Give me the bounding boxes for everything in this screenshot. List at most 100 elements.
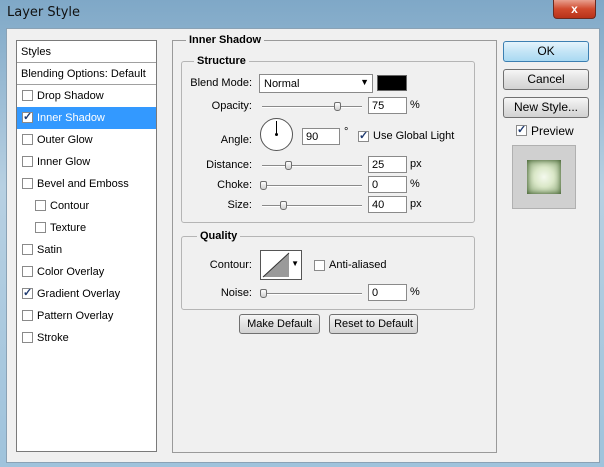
sidebar-item-checkbox[interactable]	[22, 110, 33, 123]
structure-title: Structure	[194, 55, 249, 67]
sidebar-item-stroke[interactable]: Stroke	[17, 327, 156, 349]
preview-checkbox[interactable]	[516, 123, 527, 136]
close-button[interactable]: x	[553, 0, 596, 19]
reset-to-default-button[interactable]: Reset to Default	[329, 314, 418, 334]
sidebar-item-label: Contour	[50, 200, 90, 212]
blend-mode-label: Blend Mode:	[190, 77, 252, 89]
sidebar-item-checkbox[interactable]	[22, 332, 33, 343]
contour-picker[interactable]: ▼	[260, 250, 302, 280]
contour-curve-icon	[262, 252, 290, 278]
layer-style-window: Layer Style x Styles Blending Options: D…	[0, 0, 604, 467]
use-global-light-label: Use Global Light	[373, 130, 455, 142]
choke-label: Choke:	[217, 179, 252, 191]
sidebar-item-label: Bevel and Emboss	[37, 178, 129, 190]
angle-input[interactable]: 90	[302, 128, 340, 145]
choke-slider-track[interactable]	[262, 185, 362, 187]
choke-input[interactable]: 0	[368, 176, 407, 193]
sidebar-item-outer-glow[interactable]: Outer Glow	[17, 129, 156, 151]
blending-options-label: Blending Options: Default	[21, 68, 146, 80]
angle-unit: °	[344, 126, 349, 138]
preview-swatch	[527, 160, 561, 194]
styles-header[interactable]: Styles	[17, 41, 156, 63]
blend-mode-value: Normal	[264, 78, 300, 90]
sidebar-item-label: Drop Shadow	[37, 90, 104, 102]
opacity-slider-track[interactable]	[262, 106, 362, 108]
size-label: Size:	[227, 199, 252, 211]
noise-unit: %	[410, 286, 420, 298]
inner-shadow-panel: Inner Shadow Structure Blend Mode: Norma…	[172, 34, 497, 453]
size-slider-track[interactable]	[262, 205, 362, 207]
shadow-color-swatch[interactable]	[377, 75, 407, 91]
sidebar-item-checkbox[interactable]	[35, 222, 46, 233]
use-global-light-checkbox[interactable]	[358, 129, 369, 142]
sidebar-item-color-overlay[interactable]: Color Overlay	[17, 261, 156, 283]
make-default-button[interactable]: Make Default	[239, 314, 320, 334]
quality-title: Quality	[197, 230, 241, 242]
distance-input[interactable]: 25	[368, 156, 407, 173]
dialog-body: Styles Blending Options: Default Drop Sh…	[6, 28, 600, 463]
sidebar-item-contour[interactable]: Contour	[17, 195, 156, 217]
anti-aliased-checkbox[interactable]	[314, 260, 325, 271]
sidebar-item-texture[interactable]: Texture	[17, 217, 156, 239]
sidebar-item-checkbox[interactable]	[22, 134, 33, 145]
anti-aliased-label: Anti-aliased	[329, 259, 387, 271]
choke-unit: %	[410, 178, 420, 190]
choke-slider-thumb[interactable]	[260, 181, 267, 190]
sidebar-item-pattern-overlay[interactable]: Pattern Overlay	[17, 305, 156, 327]
noise-slider-track[interactable]	[262, 293, 362, 295]
distance-slider-track[interactable]	[262, 165, 362, 167]
angle-dial[interactable]	[260, 118, 293, 151]
preview-thumbnail	[512, 145, 576, 209]
sidebar-item-label: Inner Glow	[37, 156, 91, 168]
contour-dropdown-arrow-icon[interactable]: ▼	[291, 259, 299, 268]
sidebar-item-label: Outer Glow	[37, 134, 93, 146]
noise-slider-thumb[interactable]	[260, 289, 267, 298]
sidebar-item-label: Texture	[50, 222, 87, 234]
new-style-button[interactable]: New Style...	[503, 97, 589, 118]
sidebar-item-checkbox[interactable]	[22, 266, 33, 277]
blend-mode-select[interactable]: Normal ▼	[259, 74, 373, 93]
sidebar-item-checkbox[interactable]	[22, 178, 33, 189]
sidebar-item-checkbox[interactable]	[22, 90, 33, 101]
styles-list: Styles Blending Options: Default Drop Sh…	[16, 40, 157, 452]
size-unit: px	[410, 198, 422, 210]
size-input[interactable]: 40	[368, 196, 407, 213]
sidebar-item-inner-shadow[interactable]: Inner Shadow	[17, 107, 156, 129]
sidebar-item-checkbox[interactable]	[35, 200, 46, 211]
inner-shadow-title: Inner Shadow	[186, 34, 265, 46]
blending-options-item[interactable]: Blending Options: Default	[17, 63, 156, 85]
opacity-label: Opacity:	[211, 100, 252, 112]
distance-slider-thumb[interactable]	[285, 161, 292, 170]
sidebar-item-inner-glow[interactable]: Inner Glow	[17, 151, 156, 173]
distance-unit: px	[410, 158, 422, 170]
sidebar-item-gradient-overlay[interactable]: Gradient Overlay	[17, 283, 156, 305]
sidebar-item-checkbox[interactable]	[22, 286, 33, 299]
cancel-button[interactable]: Cancel	[503, 69, 589, 90]
opacity-input[interactable]: 75	[368, 97, 407, 114]
sidebar-item-satin[interactable]: Satin	[17, 239, 156, 261]
size-slider-thumb[interactable]	[280, 201, 287, 210]
sidebar-item-label: Gradient Overlay	[37, 288, 121, 300]
sidebar-item-bevel-and-emboss[interactable]: Bevel and Emboss	[17, 173, 156, 195]
sidebar-item-checkbox[interactable]	[22, 310, 33, 321]
sidebar-item-label: Satin	[37, 244, 63, 256]
sidebar-item-label: Color Overlay	[37, 266, 105, 278]
distance-label: Distance:	[206, 159, 252, 171]
sidebar-item-label: Stroke	[37, 332, 69, 344]
window-title: Layer Style	[7, 5, 81, 20]
sidebar-item-label: Pattern Overlay	[37, 310, 114, 322]
noise-label: Noise:	[220, 287, 252, 299]
opacity-slider-thumb[interactable]	[334, 102, 341, 111]
ok-button[interactable]: OK	[503, 41, 589, 62]
quality-group: Quality Contour: ▼ Anti-aliased Noise: 0…	[181, 230, 475, 310]
structure-group: Structure Blend Mode: Normal ▼ Opacity: …	[181, 55, 475, 223]
angle-label: Angle:	[220, 134, 252, 146]
sidebar-item-drop-shadow[interactable]: Drop Shadow	[17, 85, 156, 107]
title-bar[interactable]: Layer Style x	[0, 0, 604, 28]
sidebar-item-label: Inner Shadow	[37, 112, 105, 124]
sidebar-item-checkbox[interactable]	[22, 244, 33, 255]
dropdown-arrow-icon: ▼	[360, 77, 369, 87]
sidebar-item-checkbox[interactable]	[22, 156, 33, 167]
noise-input[interactable]: 0	[368, 284, 407, 301]
opacity-unit: %	[410, 99, 420, 111]
